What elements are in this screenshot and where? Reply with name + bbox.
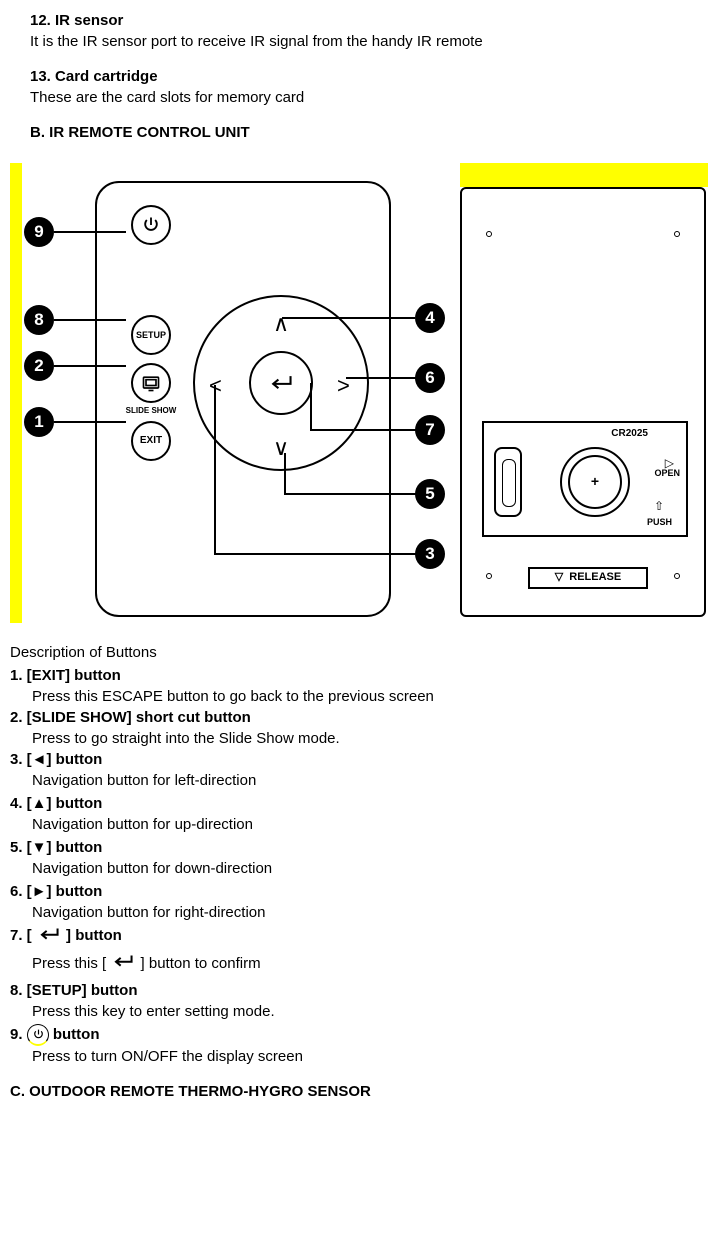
item-4-title: 4. [▲] button — [10, 793, 708, 814]
slideshow-button-icon — [131, 363, 171, 403]
item-2-title: 2. [SLIDE SHOW] short cut button — [10, 707, 708, 728]
desc-item: 1. [EXIT] button Press this ESCAPE butto… — [10, 665, 708, 707]
section-12-body: It is the IR sensor port to receive IR s… — [30, 31, 708, 52]
callout-line — [214, 385, 216, 555]
callout-line — [282, 317, 415, 319]
section-13-body: These are the card slots for memory card — [30, 87, 708, 108]
item-7-body: Press this [ ] button to confirm — [10, 953, 708, 975]
callout-2: 2 — [24, 351, 54, 381]
callout-line — [346, 377, 416, 379]
desc-item: 5. [▼] button Navigation button for down… — [10, 837, 708, 879]
open-label: OPEN — [654, 467, 680, 480]
power-icon — [27, 1024, 49, 1046]
push-arrow-icon: ⇧ — [654, 498, 664, 515]
screw-icon — [674, 573, 680, 579]
remote-front: SETUP SLIDE SHOW EXIT ∧ ∨ < > — [95, 181, 391, 617]
power-button-icon — [131, 205, 171, 245]
item-9-title: 9. button — [10, 1024, 708, 1046]
latch-icon — [494, 447, 522, 517]
setup-button-icon: SETUP — [131, 315, 171, 355]
remote-diagram: SETUP SLIDE SHOW EXIT ∧ ∨ < > 9 8 2 1 4 — [10, 163, 710, 628]
callout-6: 6 — [415, 363, 445, 393]
item-6-title: 6. [►] button — [10, 881, 708, 902]
item-1-body: Press this ESCAPE button to go back to t… — [10, 686, 708, 707]
release-button: ▽ RELEASE — [528, 567, 648, 589]
callout-line — [214, 553, 416, 555]
item-5-title: 5. [▼] button — [10, 837, 708, 858]
screw-icon — [486, 573, 492, 579]
callout-7: 7 — [415, 415, 445, 445]
desc-heading: Description of Buttons — [10, 642, 708, 663]
callout-line — [54, 231, 126, 233]
callout-line — [310, 429, 416, 431]
callout-9: 9 — [24, 217, 54, 247]
callout-line — [310, 383, 312, 431]
item-2-body: Press to go straight into the Slide Show… — [10, 728, 708, 749]
slideshow-label: SLIDE SHOW — [121, 405, 181, 416]
enter-button-icon — [249, 351, 313, 415]
item-7-title: 7. [ ] button — [10, 925, 708, 947]
callout-3: 3 — [415, 539, 445, 569]
item-4-body: Navigation button for up-direction — [10, 814, 708, 835]
enter-icon — [110, 953, 136, 974]
heading-b: B. IR REMOTE CONTROL UNIT — [30, 122, 708, 143]
callout-5: 5 — [415, 479, 445, 509]
desc-item: 4. [▲] button Navigation button for up-d… — [10, 793, 708, 835]
callout-line — [54, 319, 126, 321]
desc-item: 8. [SETUP] button Press this key to ente… — [10, 980, 708, 1022]
callout-8: 8 — [24, 305, 54, 335]
enter-icon — [36, 926, 62, 947]
screw-icon — [674, 231, 680, 237]
remote-back: CR2025 + ▷ OPEN ⇧ PUSH ▽ RELEASE — [460, 187, 706, 617]
callout-line — [54, 421, 126, 423]
item-5-body: Navigation button for down-direction — [10, 858, 708, 879]
desc-item: 9. button Press to turn ON/OFF the displ… — [10, 1024, 708, 1067]
battery-type-label: CR2025 — [611, 427, 648, 441]
highlight-bar-top — [460, 163, 708, 187]
item-3-body: Navigation button for left-direction — [10, 770, 708, 791]
section-12-title: 12. IR sensor — [30, 10, 708, 31]
dpad-right-icon: > — [337, 371, 350, 402]
heading-c: C. OUTDOOR REMOTE THERMO-HYGRO SENSOR — [10, 1081, 708, 1102]
callout-line — [284, 493, 416, 495]
desc-item: 6. [►] button Navigation button for righ… — [10, 881, 708, 923]
item-3-title: 3. [◄] button — [10, 749, 708, 770]
desc-item: 2. [SLIDE SHOW] short cut button Press t… — [10, 707, 708, 749]
screw-icon — [486, 231, 492, 237]
dpad-down-icon: ∨ — [273, 433, 289, 464]
item-6-body: Navigation button for right-direction — [10, 902, 708, 923]
item-9-body: Press to turn ON/OFF the display screen — [10, 1046, 708, 1067]
desc-item: 3. [◄] button Navigation button for left… — [10, 749, 708, 791]
section-13-title: 13. Card cartridge — [30, 66, 708, 87]
callout-1: 1 — [24, 407, 54, 437]
callout-line — [284, 453, 286, 495]
release-label: RELEASE — [569, 570, 621, 585]
exit-button-icon: EXIT — [131, 421, 171, 461]
dpad-up-icon: ∧ — [273, 309, 289, 340]
item-8-body: Press this key to enter setting mode. — [10, 1001, 708, 1022]
desc-item: 7. [ ] button Press this [ ] button to c… — [10, 925, 708, 974]
push-label: PUSH — [647, 516, 672, 529]
callout-4: 4 — [415, 303, 445, 333]
battery-compartment: CR2025 + ▷ OPEN ⇧ PUSH — [482, 421, 688, 537]
release-arrow-icon: ▽ — [555, 570, 563, 585]
item-8-title: 8. [SETUP] button — [10, 980, 708, 1001]
item-1-title: 1. [EXIT] button — [10, 665, 708, 686]
highlight-bar-left — [10, 163, 22, 623]
callout-line — [54, 365, 126, 367]
coin-cell-inner: + — [568, 455, 622, 509]
